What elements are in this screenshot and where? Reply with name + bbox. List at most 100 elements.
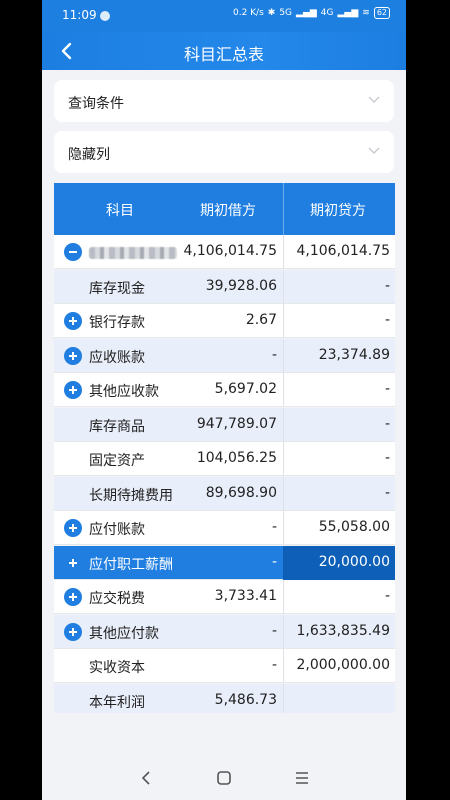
wifi-icon: ≋ [362, 8, 370, 18]
subject-name: 应付职工薪酬 [89, 556, 173, 573]
status-indicators: 0.2 K/s ✱ 5G ▂▄▆ 4G ▂▄▆ ≋ 62 [233, 7, 390, 19]
opening-debit-value: 89,698.90 [205, 484, 277, 501]
table-row[interactable]: 库存商品 947,789.07 - [54, 407, 395, 442]
signal-label-2: 4G [320, 8, 334, 18]
subject-name: 实收资本 [89, 660, 145, 676]
query-conditions-label: 查询条件 [68, 96, 124, 112]
opening-credit-value: - [384, 381, 390, 397]
subject-name: 库存商品 [89, 418, 145, 435]
table-row[interactable]: 其他应收款 5,697.02 - [54, 373, 395, 407]
app-screen: 11:09 0.2 K/s ✱ 5G ▂▄▆ 4G ▂▄▆ ≋ 62 科目汇总表… [42, 0, 406, 800]
plus-circle-icon [69, 317, 77, 325]
table-row[interactable]: 本年利润 5,486.73 [54, 683, 395, 713]
table-row[interactable]: 应收账款 - 23,374.89 [54, 338, 395, 373]
subject-name: 固定资产 [89, 453, 145, 469]
system-nav-bar [42, 756, 406, 800]
subject-name: 应交税费 [89, 591, 145, 607]
opening-credit-value: - [384, 415, 390, 432]
table-row[interactable]: 银行存款 2.67 - [54, 304, 395, 338]
plus-circle-icon [69, 558, 77, 567]
table-row[interactable]: 应付职工薪酬 - 20,000.00 [54, 545, 395, 580]
opening-debit-value: - [271, 346, 277, 363]
page-title: 科目汇总表 [183, 45, 264, 64]
opening-credit-value: - [384, 588, 390, 604]
table-row[interactable]: 固定资产 104,056.25 - [54, 442, 395, 476]
plus-circle-icon [69, 627, 77, 636]
opening-debit-value: 39,928.06 [205, 277, 277, 294]
opening-debit-value: 3,733.41 [214, 588, 277, 604]
expand-row-button[interactable] [64, 588, 82, 606]
opening-debit-value: 5,697.02 [214, 381, 277, 397]
hidden-columns-label: 隐藏列 [68, 147, 110, 163]
chevron-down-icon [368, 147, 380, 154]
expand-row-button[interactable] [64, 554, 82, 572]
table-row[interactable]: 实收资本 - 2,000,000.00 [54, 649, 395, 683]
battery-icon: 62 [373, 7, 390, 19]
expand-row-button[interactable] [64, 312, 82, 330]
opening-debit-value: - [271, 622, 277, 639]
table-header: 科目 期初借方 期初贷方 [54, 183, 395, 235]
subject-name: 本年利润 [89, 694, 145, 711]
signal-label: 5G [279, 8, 293, 18]
opening-debit-value: - [271, 519, 277, 535]
subject-name: 其他应收款 [89, 384, 159, 400]
column-divider [283, 683, 284, 713]
opening-credit-value: - [384, 484, 390, 501]
opening-debit-value: 104,056.25 [196, 450, 277, 466]
opening-debit-value: 5,486.73 [214, 691, 277, 708]
table-row[interactable]: 应交税费 3,733.41 - [54, 580, 395, 614]
plus-circle-icon [69, 524, 77, 532]
plus-circle-icon [69, 351, 77, 360]
table-row[interactable]: 应付账款 - 55,058.00 [54, 511, 395, 545]
column-divider [283, 183, 284, 235]
signal-icon-2: ▂▄▆ [337, 8, 359, 18]
redacted-account-name [89, 247, 177, 259]
plus-circle-icon [69, 386, 77, 394]
status-bar: 11:09 0.2 K/s ✱ 5G ▂▄▆ 4G ▂▄▆ ≋ 62 [42, 0, 406, 32]
subject-summary-table: 科目 期初借方 期初贷方 4,106,014.75 4,106,014.75 库存现… [54, 183, 395, 713]
column-header-opening-credit[interactable]: 期初贷方 [310, 200, 366, 220]
hidden-columns-panel[interactable]: 隐藏列 [54, 131, 394, 173]
opening-credit-value: - [384, 277, 390, 294]
subject-name: 长期待摊费用 [89, 487, 173, 504]
subject-name: 银行存款 [89, 315, 145, 331]
opening-debit-value: - [271, 657, 277, 673]
opening-credit-value: 2,000,000.00 [296, 657, 390, 673]
expand-row-button[interactable] [64, 381, 82, 399]
expand-row-button[interactable] [64, 622, 82, 641]
opening-debit-value: 4,106,014.75 [183, 243, 277, 259]
table-row[interactable]: 4,106,014.75 4,106,014.75 [54, 235, 395, 269]
nav-back-icon[interactable] [137, 768, 157, 788]
expand-row-button[interactable] [64, 519, 82, 537]
table-row[interactable]: 长期待摊费用 89,698.90 - [54, 476, 395, 511]
plus-circle-icon [69, 593, 77, 601]
opening-debit-value: 947,789.07 [196, 415, 277, 432]
nav-bar: 科目汇总表 [42, 32, 406, 70]
opening-credit-value: - [384, 312, 390, 328]
opening-debit-value: 2.67 [245, 312, 277, 328]
nav-menu-icon[interactable] [292, 768, 312, 788]
opening-debit-value: - [271, 553, 277, 570]
opening-credit-value: 55,058.00 [318, 519, 390, 535]
subject-name: 应收账款 [89, 349, 145, 366]
table-row[interactable]: 库存现金 39,928.06 - [54, 269, 395, 304]
column-header-subject[interactable]: 科目 [106, 200, 134, 220]
subject-name: 其他应付款 [89, 625, 159, 642]
opening-credit-value: 20,000.00 [318, 553, 390, 570]
bluetooth-icon: ✱ [267, 8, 276, 18]
opening-credit-value: 1,633,835.49 [296, 622, 390, 639]
notification-icon [100, 11, 110, 21]
opening-credit-value: 23,374.89 [318, 346, 390, 363]
nav-home-icon[interactable] [214, 768, 234, 788]
subject-name: 应付账款 [89, 522, 145, 538]
expand-row-button[interactable] [64, 346, 82, 365]
collapse-row-button[interactable] [64, 243, 82, 261]
query-conditions-panel[interactable]: 查询条件 [54, 80, 394, 122]
signal-icon: ▂▄▆ [296, 8, 317, 18]
subject-name: 库存现金 [89, 280, 145, 297]
minus-circle-icon [69, 251, 77, 253]
status-time: 11:09 [62, 8, 97, 22]
column-header-opening-debit[interactable]: 期初借方 [200, 200, 256, 220]
table-row[interactable]: 其他应付款 - 1,633,835.49 [54, 614, 395, 649]
network-speed: 0.2 K/s [232, 8, 264, 18]
